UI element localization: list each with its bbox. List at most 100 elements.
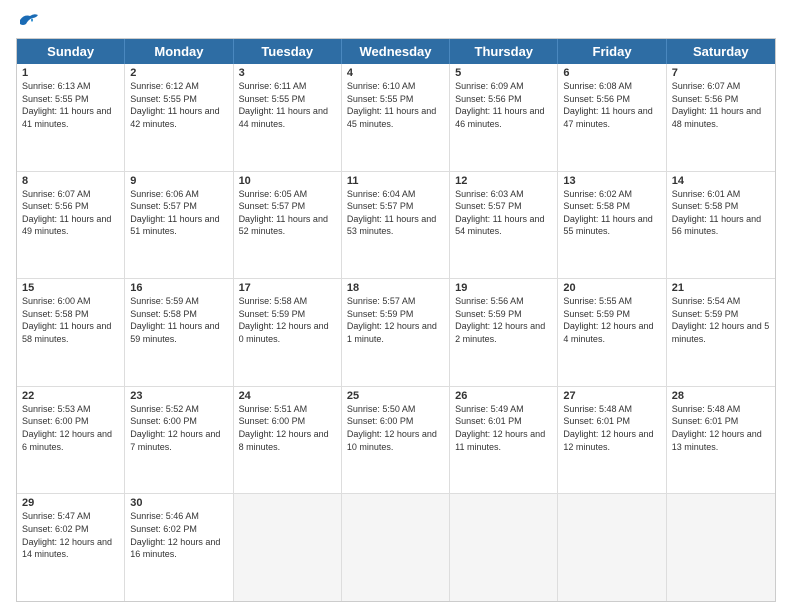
day-number: 14 [672, 175, 770, 187]
page: SundayMondayTuesdayWednesdayThursdayFrid… [0, 0, 792, 612]
calendar-cell [234, 494, 342, 601]
calendar-cell: 19Sunrise: 5:56 AMSunset: 5:59 PMDayligh… [450, 279, 558, 386]
day-info: Sunrise: 6:09 AMSunset: 5:56 PMDaylight:… [455, 80, 552, 130]
day-number: 21 [672, 282, 770, 294]
day-info: Sunrise: 5:51 AMSunset: 6:00 PMDaylight:… [239, 403, 336, 453]
calendar-cell: 8Sunrise: 6:07 AMSunset: 5:56 PMDaylight… [17, 172, 125, 279]
day-info: Sunrise: 5:52 AMSunset: 6:00 PMDaylight:… [130, 403, 227, 453]
calendar-cell [558, 494, 666, 601]
day-number: 27 [563, 390, 660, 402]
calendar-cell: 4Sunrise: 6:10 AMSunset: 5:55 PMDaylight… [342, 64, 450, 171]
header-day-tuesday: Tuesday [234, 39, 342, 64]
calendar-cell: 10Sunrise: 6:05 AMSunset: 5:57 PMDayligh… [234, 172, 342, 279]
day-number: 10 [239, 175, 336, 187]
day-number: 23 [130, 390, 227, 402]
calendar-cell: 2Sunrise: 6:12 AMSunset: 5:55 PMDaylight… [125, 64, 233, 171]
calendar-header: SundayMondayTuesdayWednesdayThursdayFrid… [17, 39, 775, 64]
day-number: 20 [563, 282, 660, 294]
calendar-cell [667, 494, 775, 601]
day-number: 5 [455, 67, 552, 79]
calendar-week-1: 1Sunrise: 6:13 AMSunset: 5:55 PMDaylight… [17, 64, 775, 172]
calendar-cell: 13Sunrise: 6:02 AMSunset: 5:58 PMDayligh… [558, 172, 666, 279]
day-number: 16 [130, 282, 227, 294]
day-info: Sunrise: 6:00 AMSunset: 5:58 PMDaylight:… [22, 295, 119, 345]
day-number: 3 [239, 67, 336, 79]
day-info: Sunrise: 5:47 AMSunset: 6:02 PMDaylight:… [22, 510, 119, 560]
calendar-cell: 16Sunrise: 5:59 AMSunset: 5:58 PMDayligh… [125, 279, 233, 386]
logo [16, 12, 42, 30]
header-day-friday: Friday [558, 39, 666, 64]
calendar-cell: 24Sunrise: 5:51 AMSunset: 6:00 PMDayligh… [234, 387, 342, 494]
header-day-wednesday: Wednesday [342, 39, 450, 64]
day-number: 22 [22, 390, 119, 402]
day-number: 6 [563, 67, 660, 79]
calendar-week-2: 8Sunrise: 6:07 AMSunset: 5:56 PMDaylight… [17, 172, 775, 280]
day-info: Sunrise: 6:07 AMSunset: 5:56 PMDaylight:… [672, 80, 770, 130]
day-info: Sunrise: 6:10 AMSunset: 5:55 PMDaylight:… [347, 80, 444, 130]
day-info: Sunrise: 6:13 AMSunset: 5:55 PMDaylight:… [22, 80, 119, 130]
day-number: 8 [22, 175, 119, 187]
day-info: Sunrise: 6:07 AMSunset: 5:56 PMDaylight:… [22, 188, 119, 238]
day-info: Sunrise: 5:58 AMSunset: 5:59 PMDaylight:… [239, 295, 336, 345]
day-info: Sunrise: 6:11 AMSunset: 5:55 PMDaylight:… [239, 80, 336, 130]
day-info: Sunrise: 6:02 AMSunset: 5:58 PMDaylight:… [563, 188, 660, 238]
day-info: Sunrise: 6:01 AMSunset: 5:58 PMDaylight:… [672, 188, 770, 238]
day-number: 18 [347, 282, 444, 294]
header [16, 12, 776, 30]
header-day-saturday: Saturday [667, 39, 775, 64]
calendar-cell: 1Sunrise: 6:13 AMSunset: 5:55 PMDaylight… [17, 64, 125, 171]
calendar-cell: 7Sunrise: 6:07 AMSunset: 5:56 PMDaylight… [667, 64, 775, 171]
calendar-cell: 30Sunrise: 5:46 AMSunset: 6:02 PMDayligh… [125, 494, 233, 601]
calendar-cell: 12Sunrise: 6:03 AMSunset: 5:57 PMDayligh… [450, 172, 558, 279]
calendar-cell: 29Sunrise: 5:47 AMSunset: 6:02 PMDayligh… [17, 494, 125, 601]
day-info: Sunrise: 5:57 AMSunset: 5:59 PMDaylight:… [347, 295, 444, 345]
calendar-cell: 5Sunrise: 6:09 AMSunset: 5:56 PMDaylight… [450, 64, 558, 171]
day-info: Sunrise: 6:12 AMSunset: 5:55 PMDaylight:… [130, 80, 227, 130]
day-number: 4 [347, 67, 444, 79]
day-info: Sunrise: 5:59 AMSunset: 5:58 PMDaylight:… [130, 295, 227, 345]
calendar-cell: 6Sunrise: 6:08 AMSunset: 5:56 PMDaylight… [558, 64, 666, 171]
day-number: 26 [455, 390, 552, 402]
day-number: 29 [22, 497, 119, 509]
day-number: 19 [455, 282, 552, 294]
calendar-cell: 17Sunrise: 5:58 AMSunset: 5:59 PMDayligh… [234, 279, 342, 386]
calendar-cell: 14Sunrise: 6:01 AMSunset: 5:58 PMDayligh… [667, 172, 775, 279]
day-number: 7 [672, 67, 770, 79]
calendar-cell: 26Sunrise: 5:49 AMSunset: 6:01 PMDayligh… [450, 387, 558, 494]
day-number: 30 [130, 497, 227, 509]
day-number: 11 [347, 175, 444, 187]
day-number: 24 [239, 390, 336, 402]
calendar-cell: 15Sunrise: 6:00 AMSunset: 5:58 PMDayligh… [17, 279, 125, 386]
day-info: Sunrise: 6:08 AMSunset: 5:56 PMDaylight:… [563, 80, 660, 130]
day-info: Sunrise: 5:55 AMSunset: 5:59 PMDaylight:… [563, 295, 660, 345]
calendar-cell: 22Sunrise: 5:53 AMSunset: 6:00 PMDayligh… [17, 387, 125, 494]
calendar-body: 1Sunrise: 6:13 AMSunset: 5:55 PMDaylight… [17, 64, 775, 601]
day-number: 9 [130, 175, 227, 187]
calendar-week-3: 15Sunrise: 6:00 AMSunset: 5:58 PMDayligh… [17, 279, 775, 387]
day-info: Sunrise: 5:50 AMSunset: 6:00 PMDaylight:… [347, 403, 444, 453]
calendar-cell: 9Sunrise: 6:06 AMSunset: 5:57 PMDaylight… [125, 172, 233, 279]
day-number: 28 [672, 390, 770, 402]
calendar-cell: 28Sunrise: 5:48 AMSunset: 6:01 PMDayligh… [667, 387, 775, 494]
day-info: Sunrise: 5:46 AMSunset: 6:02 PMDaylight:… [130, 510, 227, 560]
calendar-week-4: 22Sunrise: 5:53 AMSunset: 6:00 PMDayligh… [17, 387, 775, 495]
calendar-cell: 3Sunrise: 6:11 AMSunset: 5:55 PMDaylight… [234, 64, 342, 171]
day-number: 13 [563, 175, 660, 187]
header-day-monday: Monday [125, 39, 233, 64]
day-number: 12 [455, 175, 552, 187]
calendar-cell: 21Sunrise: 5:54 AMSunset: 5:59 PMDayligh… [667, 279, 775, 386]
day-number: 2 [130, 67, 227, 79]
day-info: Sunrise: 5:53 AMSunset: 6:00 PMDaylight:… [22, 403, 119, 453]
calendar-week-5: 29Sunrise: 5:47 AMSunset: 6:02 PMDayligh… [17, 494, 775, 601]
calendar-cell: 11Sunrise: 6:04 AMSunset: 5:57 PMDayligh… [342, 172, 450, 279]
day-number: 17 [239, 282, 336, 294]
day-info: Sunrise: 5:48 AMSunset: 6:01 PMDaylight:… [672, 403, 770, 453]
day-number: 1 [22, 67, 119, 79]
calendar-cell: 25Sunrise: 5:50 AMSunset: 6:00 PMDayligh… [342, 387, 450, 494]
day-info: Sunrise: 5:56 AMSunset: 5:59 PMDaylight:… [455, 295, 552, 345]
calendar-cell: 20Sunrise: 5:55 AMSunset: 5:59 PMDayligh… [558, 279, 666, 386]
calendar-cell: 23Sunrise: 5:52 AMSunset: 6:00 PMDayligh… [125, 387, 233, 494]
day-info: Sunrise: 5:48 AMSunset: 6:01 PMDaylight:… [563, 403, 660, 453]
day-info: Sunrise: 5:49 AMSunset: 6:01 PMDaylight:… [455, 403, 552, 453]
logo-bird-icon [18, 12, 40, 30]
